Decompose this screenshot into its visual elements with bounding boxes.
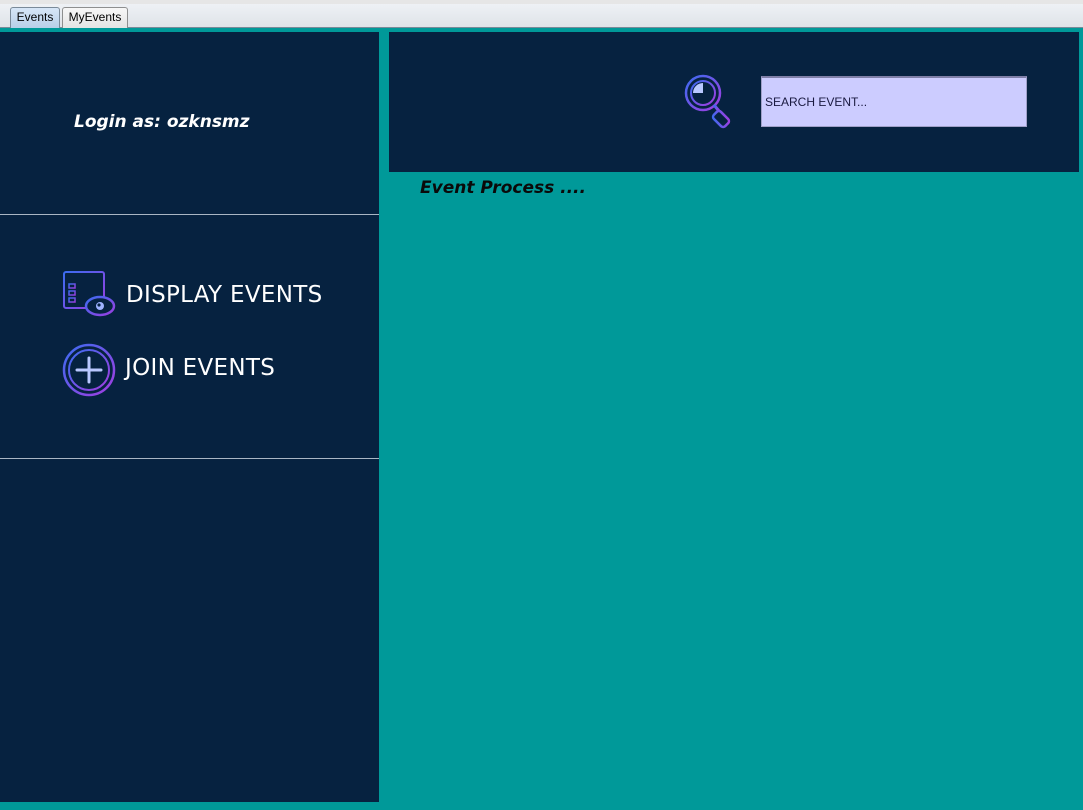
display-events-label: DISPLAY EVENTS (126, 282, 323, 308)
event-process-label: Event Process .... (420, 178, 586, 198)
tab-events[interactable]: Events (10, 7, 60, 28)
add-circle-icon (62, 343, 116, 397)
search-icon[interactable] (683, 73, 737, 129)
display-events-icon (62, 270, 116, 324)
sidebar: Login as: ozknsmz DISPLAY EVENTS JOIN EV… (0, 32, 379, 802)
display-events-button[interactable]: DISPLAY EVENTS (62, 270, 342, 324)
tab-bar: Events MyEvents (0, 4, 1083, 28)
join-events-label: JOIN EVENTS (125, 355, 276, 381)
join-events-button[interactable]: JOIN EVENTS (62, 343, 342, 397)
sidebar-divider-bottom (0, 458, 379, 459)
bottom-strip (0, 802, 1083, 810)
search-input[interactable] (761, 76, 1027, 127)
tab-my-events[interactable]: MyEvents (62, 7, 128, 28)
sidebar-divider-top (0, 214, 379, 215)
login-label: Login as: ozknsmz (74, 112, 250, 132)
